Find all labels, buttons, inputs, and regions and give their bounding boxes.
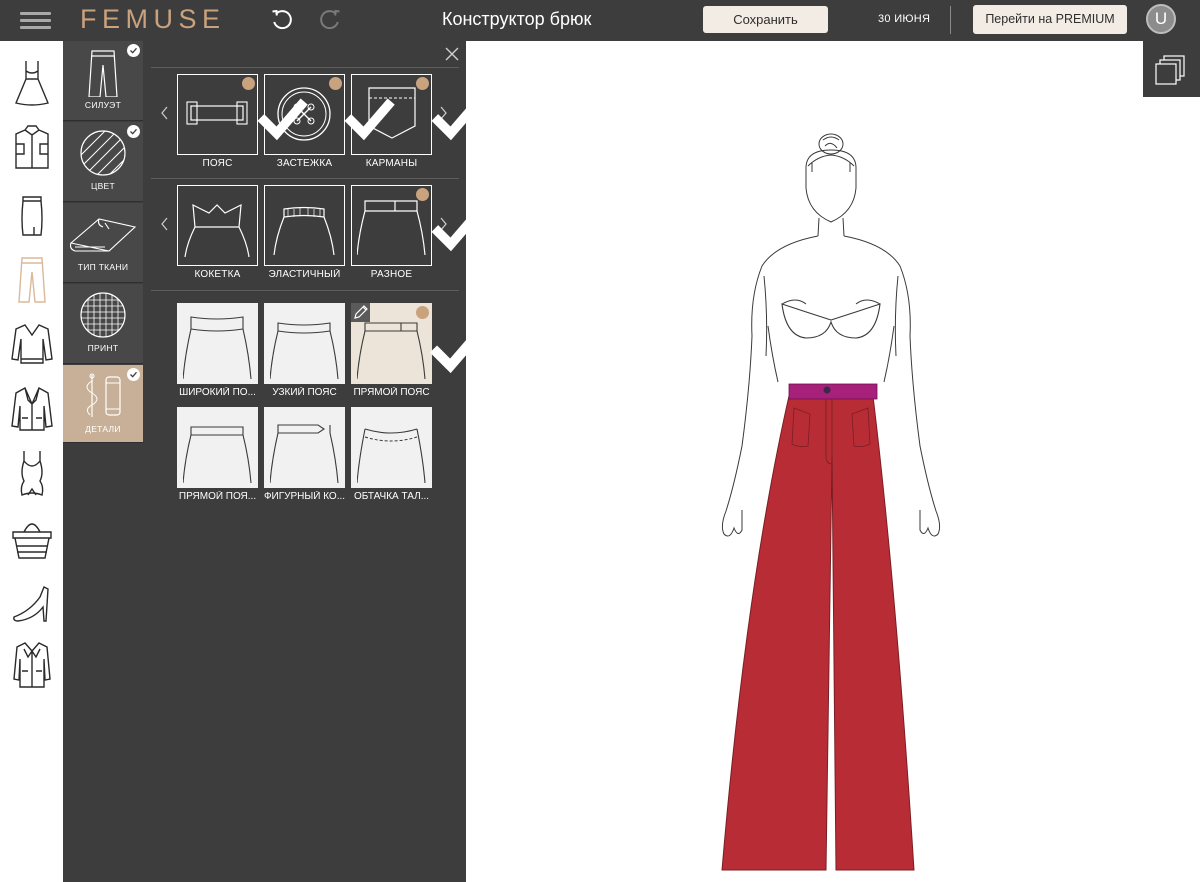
tab-color[interactable]: ЦВЕТ — [63, 122, 143, 202]
top-bar: FEMUSE Конструктор брюк Сохранить 30 ИЮН… — [0, 0, 1200, 41]
category-shirt[interactable] — [10, 122, 54, 178]
category-rail — [0, 41, 63, 882]
category-dress[interactable] — [10, 57, 54, 113]
app-logo[interactable]: FEMUSE — [80, 4, 226, 34]
redo-icon[interactable] — [318, 8, 342, 32]
category-shoes[interactable] — [10, 577, 54, 633]
tile-label: ПОЯС — [202, 158, 233, 169]
category-jacket[interactable] — [10, 382, 54, 438]
close-panel-icon[interactable] — [444, 46, 460, 62]
check-icon — [127, 125, 140, 138]
skirt-icon — [21, 196, 43, 236]
layers-icon — [1155, 55, 1185, 85]
panel-separator — [151, 178, 459, 179]
straight-belt-alt-icon — [183, 426, 252, 484]
option-label: ОБТАЧКА ТАЛ... — [353, 491, 430, 502]
option-label: УЗКИЙ ПОЯС — [272, 387, 337, 398]
chevron-left-icon[interactable] — [159, 105, 171, 121]
details-panel: СИЛУЭТ ЦВЕТ ТИП ТКАНИ ПРИНТ ДЕТАЛИ ПОЯС … — [63, 41, 484, 882]
tab-print[interactable]: ПРИНТ — [63, 284, 143, 364]
swimsuit-icon — [20, 451, 44, 496]
check-icon — [127, 368, 140, 381]
check-icon — [416, 77, 482, 141]
app-root: FEMUSE Конструктор брюк Сохранить 30 ИЮН… — [0, 0, 1200, 882]
category-coat[interactable] — [10, 637, 54, 693]
fabric-roll-icon — [69, 218, 137, 252]
option-label: ШИРОКИЙ ПО... — [179, 387, 256, 398]
shirt-icon — [15, 125, 49, 169]
check-icon — [242, 77, 308, 141]
dress-icon — [15, 61, 49, 106]
tab-label: ДЕТАЛИ — [85, 424, 121, 434]
yoke-icon — [184, 203, 250, 258]
tab-fabric-type[interactable]: ТИП ТКАНИ — [63, 203, 143, 283]
category-trousers[interactable] — [10, 252, 54, 308]
tile-label: КАРМАНЫ — [365, 158, 418, 169]
check-icon — [329, 77, 395, 141]
tile-label: ЭЛАСТИЧНЫЙ — [268, 269, 341, 280]
shaped-belt-icon — [270, 424, 339, 484]
trousers-silhouette-icon — [88, 50, 118, 97]
elastic-waist-icon — [273, 206, 335, 256]
sewing-details-icon — [86, 373, 121, 417]
button-icon — [277, 87, 331, 141]
page-title: Конструктор брюк — [442, 9, 592, 29]
tab-silhouette[interactable]: СИЛУЭТ — [63, 41, 143, 121]
date-label: 30 ИЮНЯ — [878, 13, 931, 25]
coat-icon — [13, 642, 51, 688]
tab-label: ЦВЕТ — [90, 181, 116, 191]
belt-icon — [186, 101, 248, 125]
bag-icon — [12, 523, 52, 559]
tile-label: РАЗНОЕ — [370, 269, 413, 280]
edit-icon[interactable] — [351, 303, 370, 322]
check-icon — [416, 188, 482, 252]
layers-button[interactable] — [1143, 41, 1200, 97]
undo-icon[interactable] — [270, 8, 294, 32]
option-label: ФИГУРНЫЙ КО... — [263, 491, 346, 502]
tab-label: СИЛУЭТ — [84, 100, 122, 110]
wide-belt-icon — [183, 316, 252, 380]
menu-icon[interactable] — [20, 10, 51, 30]
panel-separator — [151, 290, 459, 291]
print-pattern-icon — [80, 292, 126, 338]
option-label: ПРЯМОЙ ПОЯС — [353, 387, 430, 398]
color-swatch-icon — [80, 130, 126, 176]
trousers-icon — [18, 257, 46, 303]
waist-facing-icon — [357, 428, 426, 484]
jacket-icon — [11, 387, 53, 431]
narrow-belt-icon — [270, 322, 339, 380]
user-avatar[interactable]: U — [1146, 4, 1176, 34]
panel-separator — [151, 67, 459, 68]
category-bag[interactable] — [10, 512, 54, 568]
high-heel-icon — [13, 586, 49, 622]
category-skirt[interactable] — [10, 187, 54, 243]
tab-details[interactable]: ДЕТАЛИ — [63, 365, 143, 443]
fashion-figure — [721, 133, 941, 871]
save-button[interactable]: Сохранить — [703, 6, 828, 33]
tab-label: ТИП ТКАНИ — [77, 262, 129, 272]
tile-label: ЗАСТЕЖКА — [276, 158, 333, 169]
pocket-icon — [368, 87, 416, 139]
premium-button[interactable]: Перейти на PREMIUM — [973, 5, 1127, 34]
chevron-left-icon[interactable] — [159, 216, 171, 232]
tile-label: КОКЕТКА — [194, 269, 241, 280]
category-sweater[interactable] — [10, 317, 54, 373]
check-icon — [416, 306, 484, 374]
category-swimsuit[interactable] — [10, 447, 54, 503]
tab-label: ПРИНТ — [87, 343, 119, 353]
header-divider — [950, 6, 951, 34]
sweater-icon — [11, 324, 53, 364]
option-label: ПРЯМОЙ ПОЯ... — [178, 491, 257, 502]
check-icon — [127, 44, 140, 57]
waistband-misc-icon — [357, 200, 426, 256]
